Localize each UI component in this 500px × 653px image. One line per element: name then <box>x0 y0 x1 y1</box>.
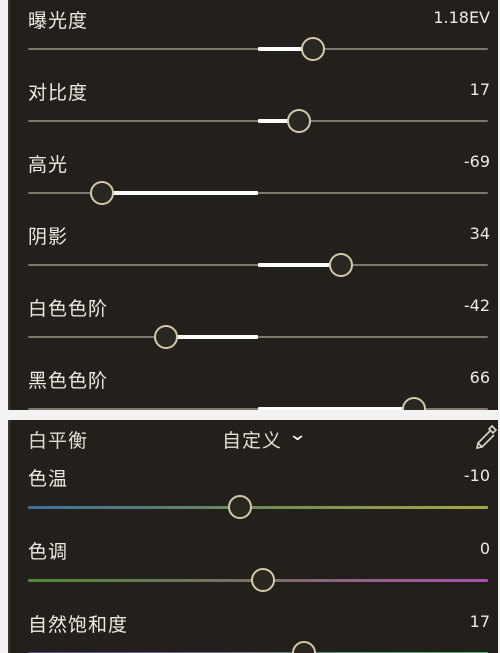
temperature-value: -10 <box>463 466 490 485</box>
whites-thumb[interactable] <box>154 325 178 349</box>
temperature-label: 色温 <box>28 468 69 490</box>
whites-fill <box>166 335 258 339</box>
eyedropper-icon[interactable] <box>472 423 498 453</box>
contrast-thumb[interactable] <box>287 109 312 133</box>
chevron-down-icon[interactable]: ⌄ <box>288 424 308 445</box>
highlights-label: 高光 <box>28 154 69 176</box>
exposure-thumb[interactable] <box>301 37 326 61</box>
blacks-thumb[interactable] <box>402 397 427 410</box>
white-balance-title: 白平衡 <box>28 430 89 452</box>
tint-row: 色调 0 <box>10 531 498 603</box>
tint-label: 色调 <box>28 541 69 563</box>
contrast-row: 对比度 17 <box>10 72 498 144</box>
exposure-label: 曝光度 <box>28 10 89 32</box>
blacks-fill <box>258 407 415 410</box>
contrast-slider[interactable] <box>28 107 488 137</box>
blacks-value: 66 <box>469 368 490 387</box>
exposure-value: 1.18EV <box>433 8 490 27</box>
contrast-label: 对比度 <box>28 82 89 104</box>
vibrance-slider[interactable] <box>28 639 488 653</box>
tint-slider[interactable] <box>28 566 488 596</box>
whites-slider[interactable] <box>28 323 488 353</box>
highlights-fill <box>101 191 258 195</box>
exposure-slider[interactable] <box>28 35 488 65</box>
temperature-thumb[interactable] <box>227 495 252 519</box>
vibrance-row: 自然饱和度 17 <box>10 604 498 653</box>
highlights-thumb[interactable] <box>89 181 114 205</box>
highlights-value: -69 <box>463 152 490 171</box>
whites-row: 白色色阶 -42 <box>10 288 498 360</box>
whites-track <box>28 336 488 338</box>
vibrance-thumb[interactable] <box>292 641 316 653</box>
tint-thumb[interactable] <box>250 568 275 592</box>
vibrance-value: 17 <box>469 612 490 631</box>
blacks-slider[interactable] <box>28 395 488 410</box>
shadows-slider[interactable] <box>28 251 488 281</box>
white-balance-panel: 白平衡 自定义 ⌄ 色温 -10 色调 0 自然饱和度 17 <box>8 420 498 653</box>
white-balance-header: 白平衡 自定义 ⌄ <box>10 420 498 458</box>
highlights-slider[interactable] <box>28 179 488 209</box>
shadows-row: 阴影 34 <box>10 216 498 288</box>
highlights-row: 高光 -69 <box>10 144 498 216</box>
white-balance-preset-dropdown[interactable]: 自定义 <box>222 426 282 453</box>
shadows-label: 阴影 <box>28 226 69 248</box>
temperature-track <box>28 506 488 509</box>
light-panel: 曝光度 1.18EV 对比度 17 高光 -69 阴影 34 白色色阶 -42 … <box>8 0 498 410</box>
contrast-value: 17 <box>469 80 490 99</box>
vibrance-label: 自然饱和度 <box>28 614 129 636</box>
whites-label: 白色色阶 <box>28 298 109 320</box>
blacks-label: 黑色色阶 <box>28 370 109 392</box>
whites-value: -42 <box>463 296 490 315</box>
temperature-slider[interactable] <box>28 493 488 523</box>
exposure-row: 曝光度 1.18EV <box>10 0 498 72</box>
blacks-row: 黑色色阶 66 <box>10 360 498 410</box>
tint-value: 0 <box>479 539 490 558</box>
temperature-row: 色温 -10 <box>10 458 498 530</box>
shadows-thumb[interactable] <box>328 253 353 277</box>
shadows-value: 34 <box>469 224 490 243</box>
